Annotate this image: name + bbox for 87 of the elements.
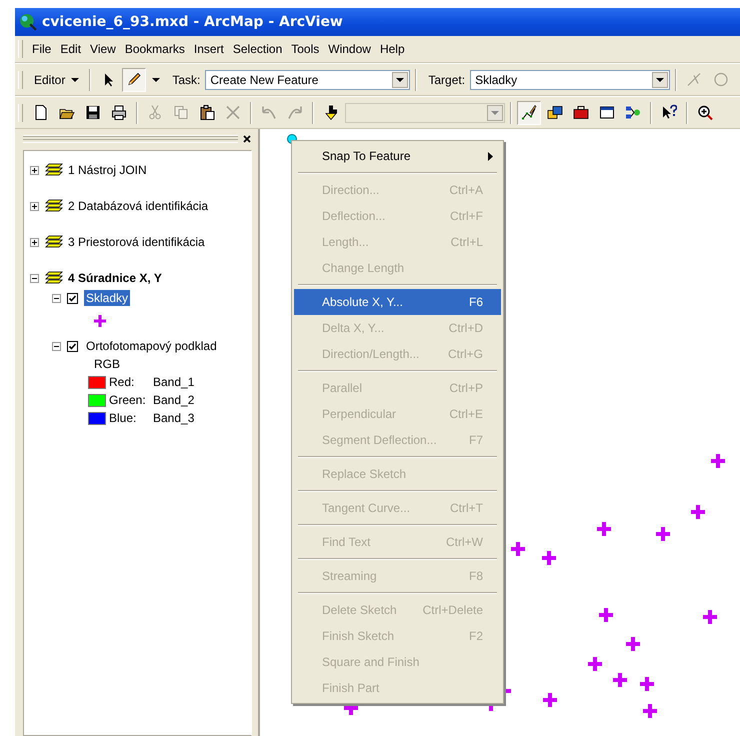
point-feature-icon[interactable]: [640, 677, 654, 691]
data-frame-name[interactable]: 4 Súradnice X, Y: [68, 271, 162, 285]
point-feature-icon[interactable]: [626, 637, 640, 651]
caret-icon: [656, 78, 664, 82]
layers-icon: [45, 235, 63, 249]
point-feature-icon[interactable]: [599, 608, 613, 622]
caret-icon[interactable]: [152, 78, 160, 82]
menu-item[interactable]: Window: [324, 40, 375, 58]
menu-item[interactable]: Bookmarks: [120, 40, 189, 58]
legend-label: Blue:: [109, 411, 138, 425]
point-feature-icon[interactable]: [613, 673, 627, 687]
copy-icon: [173, 104, 189, 121]
task-label: Task:: [172, 72, 200, 86]
sketch-tool[interactable]: [517, 100, 541, 124]
menu-item[interactable]: Insert: [190, 40, 228, 58]
legend-label: Green:: [109, 393, 147, 407]
caret-icon: [71, 78, 80, 82]
point-feature-icon[interactable]: [588, 657, 602, 671]
layer-name[interactable]: Ortofotomapový podklad: [84, 338, 219, 354]
point-feature-icon[interactable]: [711, 454, 725, 468]
target-dropdown[interactable]: Skladky: [470, 70, 670, 90]
legend-value: Band_3: [153, 411, 194, 425]
circle-icon: [712, 71, 728, 88]
expand-icon[interactable]: [30, 202, 39, 210]
save-icon: [85, 104, 101, 121]
point-feature-icon[interactable]: [656, 527, 670, 541]
data-frame-name[interactable]: 2 Databázová identifikácia: [68, 199, 208, 213]
catalog-icon: [547, 104, 563, 121]
pencil-icon: [126, 71, 142, 88]
model-icon: [625, 104, 641, 121]
whats-this-icon: [661, 104, 677, 121]
point-feature-icon[interactable]: [543, 693, 557, 707]
cut-icon: [147, 104, 163, 121]
menu-item[interactable]: Selection: [228, 40, 286, 58]
new-icon: [33, 104, 49, 121]
close-icon: [243, 135, 251, 143]
point-feature-icon[interactable]: [511, 542, 525, 556]
editor-menu-button[interactable]: Editor: [29, 70, 84, 88]
toolbox-icon: [573, 104, 589, 121]
split-line-icon: [686, 71, 702, 88]
expand-icon[interactable]: [30, 238, 39, 246]
layers-icon: [45, 163, 63, 177]
menu-item[interactable]: View: [86, 40, 120, 58]
task-dropdown[interactable]: Create New Feature: [205, 70, 410, 90]
target-label: Target:: [428, 72, 466, 86]
data-frame-name[interactable]: 3 Priestorová identifikácia: [68, 235, 205, 249]
collapse-icon[interactable]: [30, 274, 39, 282]
layers-icon: [45, 271, 63, 285]
data-frame-name[interactable]: 1 Nástroj JOIN: [68, 163, 147, 177]
legend-label: Red:: [109, 375, 136, 389]
globe-icon: [19, 13, 37, 31]
undo-icon: [261, 104, 277, 121]
layer-checkbox[interactable]: [67, 292, 78, 304]
point-feature-icon[interactable]: [691, 505, 705, 519]
point-feature-icon[interactable]: [643, 704, 657, 718]
legend-value: Band_1: [153, 375, 194, 389]
menu-item[interactable]: Tools: [287, 40, 324, 58]
command-icon: [599, 104, 615, 121]
caret-icon: [491, 110, 499, 114]
layer-name[interactable]: Skladky: [84, 290, 130, 306]
sketch-icon: [521, 104, 537, 121]
legend-value: Band_2: [153, 393, 194, 407]
menu-item[interactable]: Absolute X, Y... F6: [294, 289, 501, 315]
pencil-tool[interactable]: [122, 68, 146, 92]
layers-icon: [45, 199, 63, 213]
collapse-icon[interactable]: [52, 342, 61, 350]
layer-checkbox[interactable]: [67, 340, 78, 352]
menu-item[interactable]: Snap To Feature: [294, 143, 501, 169]
delete-icon: [225, 104, 241, 121]
caret-icon: [396, 78, 404, 82]
point-feature-icon[interactable]: [542, 551, 556, 565]
point-feature-icon[interactable]: [597, 522, 611, 536]
print-icon: [111, 104, 127, 121]
window-title: cvicenie_6_93.mxd - ArcMap - ArcView: [42, 14, 343, 30]
map-view[interactable]: [258, 129, 740, 736]
add-data-icon: [323, 104, 339, 121]
panel-grip[interactable]: [23, 135, 238, 143]
expand-icon[interactable]: [30, 166, 39, 174]
legend-heading: RGB: [94, 357, 120, 371]
redo-icon: [287, 104, 303, 121]
collapse-icon[interactable]: [52, 294, 61, 302]
menu-item[interactable]: Help: [376, 40, 409, 58]
zoom-icon: [697, 104, 713, 121]
point-feature-icon[interactable]: [703, 610, 717, 624]
menu-item[interactable]: Edit: [56, 40, 86, 58]
menu-item[interactable]: File: [28, 40, 56, 58]
paste-icon: [199, 104, 215, 121]
